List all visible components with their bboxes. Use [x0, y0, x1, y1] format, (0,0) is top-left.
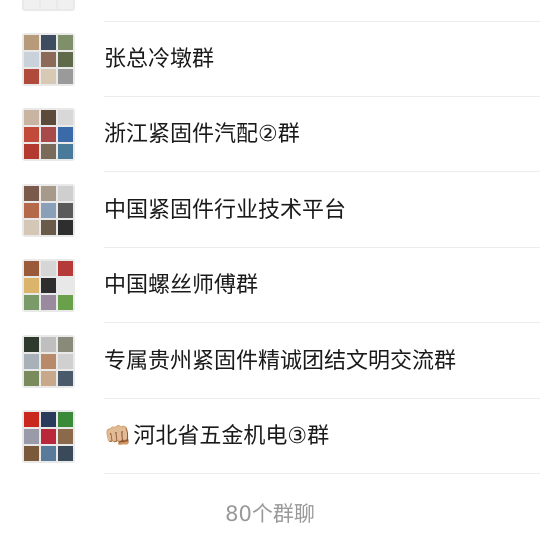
group-name: 中国螺丝师傅群 [104, 273, 259, 298]
member-avatar-tile [41, 110, 56, 125]
member-avatar-tile [41, 337, 56, 352]
member-avatar-tile [24, 446, 39, 461]
member-avatar-tile [41, 412, 56, 427]
member-avatar-tile [58, 278, 73, 293]
member-avatar-tile [24, 337, 39, 352]
group-name-text: 河北省五金机电③群 [133, 424, 330, 449]
member-avatar-tile [58, 371, 73, 386]
divider [104, 473, 540, 474]
member-avatar-tile [24, 52, 39, 67]
member-avatar-tile [58, 446, 73, 461]
member-avatar-tile [24, 278, 39, 293]
member-avatar-tile [58, 69, 73, 84]
member-avatar-tile [24, 144, 39, 159]
divider [104, 322, 540, 323]
member-avatar-tile [58, 429, 73, 444]
group-avatar [22, 184, 75, 237]
member-avatar-tile [41, 295, 56, 310]
group-name: 👊🏼河北省五金机电③群 [104, 399, 329, 474]
member-avatar-tile [58, 0, 73, 9]
member-avatar-tile [24, 35, 39, 50]
member-avatar-tile [58, 127, 73, 142]
group-row-partial[interactable] [0, 0, 540, 22]
member-avatar-tile [41, 278, 56, 293]
member-avatar-tile [24, 220, 39, 235]
member-avatar-tile [41, 354, 56, 369]
member-avatar-tile [58, 52, 73, 67]
member-avatar-tile [24, 354, 39, 369]
member-avatar-tile [41, 35, 56, 50]
group-avatar [22, 0, 75, 11]
group-name: 中国紧固件行业技术平台 [104, 198, 347, 223]
group-count-footer: 80个群聊 [225, 502, 315, 526]
member-avatar-tile [58, 144, 73, 159]
fist-emoji-icon: 👊🏼 [104, 424, 132, 449]
member-avatar-tile [24, 203, 39, 218]
member-avatar-tile [41, 429, 56, 444]
group-avatar [22, 259, 75, 312]
member-avatar-tile [24, 295, 39, 310]
member-avatar-tile [24, 261, 39, 276]
group-name: 浙江紧固件汽配②群 [104, 122, 300, 147]
member-avatar-tile [24, 186, 39, 201]
group-row-hebei[interactable]: 👊🏼河北省五金机电③群 [0, 399, 540, 474]
group-row-zhejiang[interactable]: 浙江紧固件汽配②群 [0, 97, 540, 172]
group-avatar [22, 108, 75, 161]
member-avatar-tile [58, 35, 73, 50]
member-avatar-tile [24, 412, 39, 427]
group-name: 张总冷墩群 [104, 47, 215, 72]
member-avatar-tile [58, 412, 73, 427]
divider [104, 171, 540, 172]
group-row-guizhou[interactable]: 专属贵州紧固件精诚团结文明交流群 [0, 324, 540, 399]
member-avatar-tile [58, 295, 73, 310]
group-avatar [22, 410, 75, 463]
group-row-screw-master[interactable]: 中国螺丝师傅群 [0, 248, 540, 323]
group-name: 专属贵州紧固件精诚团结文明交流群 [104, 349, 457, 374]
member-avatar-tile [41, 186, 56, 201]
member-avatar-tile [41, 220, 56, 235]
member-avatar-tile [41, 127, 56, 142]
member-avatar-tile [24, 127, 39, 142]
member-avatar-tile [58, 186, 73, 201]
member-avatar-tile [58, 220, 73, 235]
member-avatar-tile [58, 203, 73, 218]
member-avatar-tile [24, 0, 39, 9]
member-avatar-tile [24, 69, 39, 84]
member-avatar-tile [58, 354, 73, 369]
member-avatar-tile [24, 371, 39, 386]
member-avatar-tile [41, 203, 56, 218]
member-avatar-tile [58, 337, 73, 352]
group-avatar [22, 335, 75, 388]
group-row-china-tech[interactable]: 中国紧固件行业技术平台 [0, 173, 540, 248]
member-avatar-tile [41, 52, 56, 67]
member-avatar-tile [41, 0, 56, 9]
member-avatar-tile [41, 371, 56, 386]
member-avatar-tile [58, 110, 73, 125]
member-avatar-tile [41, 144, 56, 159]
group-avatar [22, 33, 75, 86]
member-avatar-tile [41, 261, 56, 276]
member-avatar-tile [41, 69, 56, 84]
member-avatar-tile [41, 446, 56, 461]
member-avatar-tile [24, 429, 39, 444]
group-row-zhangzong[interactable]: 张总冷墩群 [0, 22, 540, 97]
member-avatar-tile [24, 110, 39, 125]
member-avatar-tile [58, 261, 73, 276]
